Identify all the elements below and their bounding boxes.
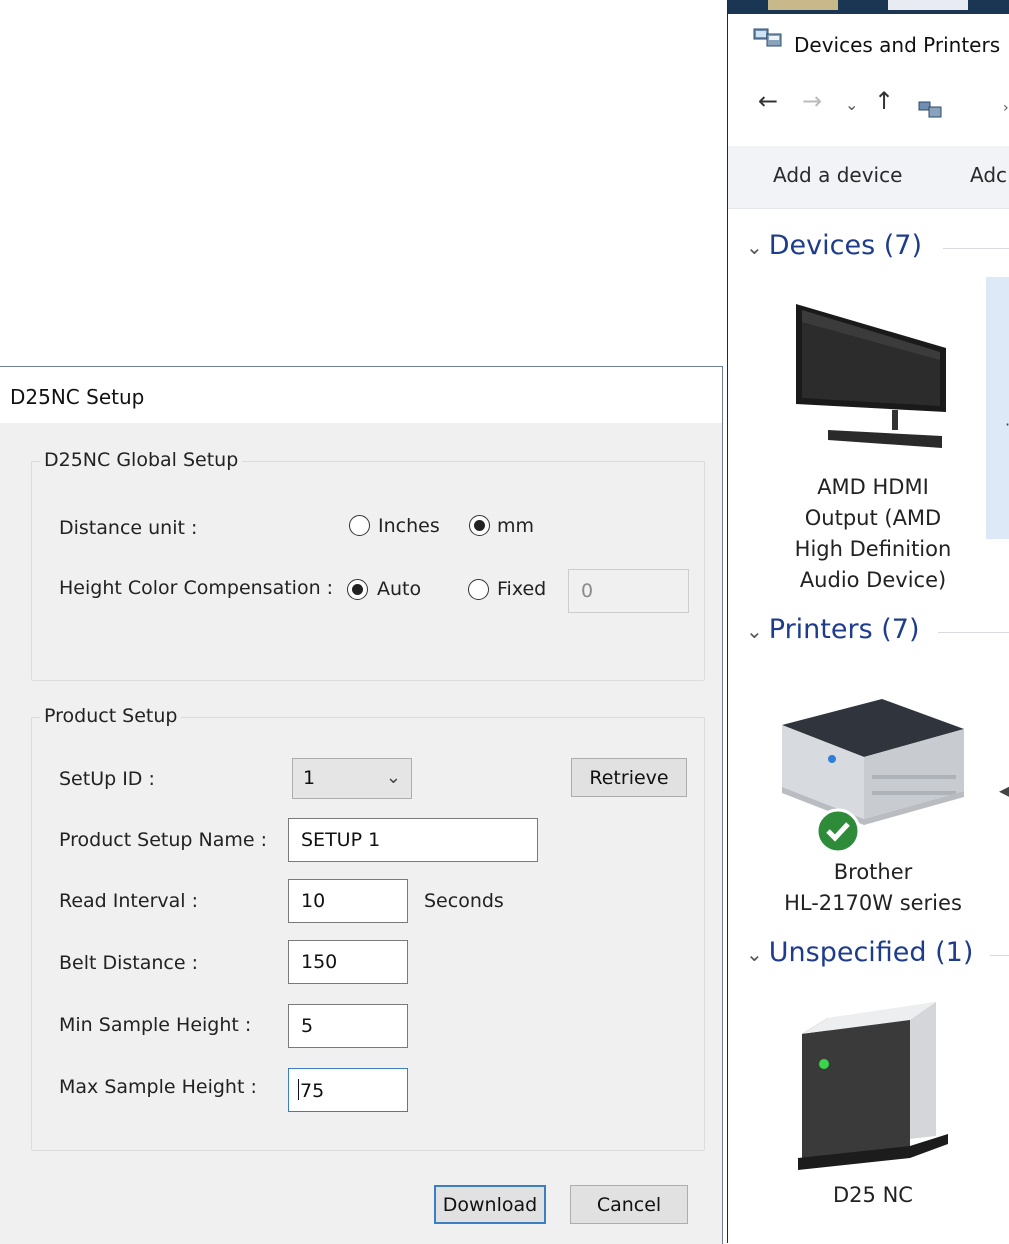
setup-id-select[interactable]: 1 ⌄ — [292, 758, 412, 799]
max-sample-height-input[interactable]: 75 — [288, 1068, 408, 1112]
printer-icon — [782, 699, 964, 825]
read-interval-label: Read Interval : — [59, 890, 198, 912]
location-icon[interactable] — [918, 100, 942, 118]
setup-id-label: SetUp ID : — [59, 768, 155, 790]
desktop-strip — [728, 0, 1009, 14]
max-sample-height-label: Max Sample Height : — [59, 1076, 257, 1098]
desktop-tile — [768, 0, 838, 10]
desktop-tile — [888, 0, 968, 10]
devices-and-printers-window: Devices and Printers ← → ⌄ ↑ › Add a dev… — [727, 0, 1009, 1243]
distance-unit-label: Distance unit : — [59, 517, 198, 539]
mm-radio[interactable] — [469, 515, 490, 536]
device-amd-hdmi[interactable]: AMD HDMI Output (AMD High Definition Aud… — [748, 472, 998, 596]
fixed-value-input[interactable]: 0 — [568, 569, 689, 613]
default-check-icon — [815, 808, 861, 854]
height-color-compensation-label: Height Color Compensation : — [59, 577, 334, 599]
fixed-radio[interactable] — [468, 579, 489, 600]
group-legend: D25NC Global Setup — [40, 449, 243, 471]
chevron-down-icon[interactable]: ⌄ — [845, 95, 858, 114]
product-setup-name-input[interactable]: SETUP 1 — [288, 818, 538, 862]
auto-label[interactable]: Auto — [377, 578, 421, 600]
devices-and-printers-icon — [753, 28, 782, 47]
up-arrow-icon[interactable]: ↑ — [874, 87, 894, 115]
cancel-button[interactable]: Cancel — [570, 1185, 688, 1224]
chevron-down-icon: ⌄ — [746, 619, 763, 643]
device-tower-icon — [798, 1002, 948, 1170]
d25nc-setup-dialog: D25NC Setup D25NC Global Setup Distance … — [0, 366, 723, 1244]
max-sample-height-value: 75 — [300, 1080, 325, 1102]
inches-label[interactable]: Inches — [378, 515, 440, 537]
download-button[interactable]: Download — [434, 1185, 546, 1224]
device-label-line: Brother — [833, 860, 913, 884]
forward-arrow-icon[interactable]: → — [802, 87, 822, 115]
mm-label[interactable]: mm — [497, 515, 534, 537]
group-header-label: Devices (7) — [768, 230, 922, 261]
partial-device-label: · — [1005, 415, 1009, 434]
min-sample-height-input[interactable]: 5 — [288, 1004, 408, 1048]
read-interval-unit: Seconds — [424, 890, 504, 912]
device-label-line: HL-2170W series — [784, 891, 962, 915]
device-label-line: Output (AMD — [804, 506, 942, 530]
group-header-unspecified[interactable]: ⌄ Unspecified (1) — [746, 937, 973, 968]
printer-brother[interactable]: Brother HL-2170W series — [748, 857, 998, 919]
product-setup-name-label: Product Setup Name : — [59, 829, 268, 851]
window-title: Devices and Printers — [794, 33, 1001, 57]
min-sample-height-label: Min Sample Height : — [59, 1014, 252, 1036]
group-header-label: Unspecified (1) — [768, 937, 974, 968]
breadcrumb-separator: › — [1003, 100, 1009, 116]
text-caret — [298, 1079, 299, 1100]
group-header-printers[interactable]: ⌄ Printers (7) — [746, 614, 919, 645]
belt-distance-label: Belt Distance : — [59, 952, 199, 974]
device-label-line: Audio Device) — [799, 568, 947, 592]
fixed-label[interactable]: Fixed — [497, 578, 546, 600]
setup-id-value: 1 — [303, 767, 316, 789]
inches-radio[interactable] — [349, 515, 370, 536]
monitor-icon — [796, 304, 946, 448]
retrieve-button[interactable]: Retrieve — [571, 758, 687, 797]
add-printer-button[interactable]: Adc — [970, 163, 1007, 187]
add-device-button[interactable]: Add a device — [773, 163, 902, 187]
auto-radio[interactable] — [347, 579, 368, 600]
back-arrow-icon[interactable]: ← — [758, 87, 778, 115]
group-divider — [990, 955, 1009, 956]
dialog-title: D25NC Setup — [10, 385, 145, 409]
device-label-line: D25 NC — [833, 1183, 913, 1207]
partial-printer-icon: ◀ — [999, 778, 1009, 802]
group-divider — [938, 632, 1009, 633]
group-header-label: Printers (7) — [768, 614, 920, 645]
chevron-down-icon: ⌄ — [746, 235, 763, 259]
belt-distance-input[interactable]: 150 — [288, 940, 408, 984]
chevron-down-icon: ⌄ — [385, 767, 401, 788]
chevron-down-icon: ⌄ — [746, 942, 763, 966]
device-label-line: High Definition — [794, 537, 952, 561]
read-interval-input[interactable]: 10 — [288, 879, 408, 923]
group-header-devices[interactable]: ⌄ Devices (7) — [746, 230, 922, 261]
device-d25-nc[interactable]: D25 NC — [748, 1180, 998, 1211]
device-label-line: AMD HDMI — [817, 475, 929, 499]
group-divider — [943, 248, 1009, 249]
group-legend: Product Setup — [40, 705, 182, 727]
